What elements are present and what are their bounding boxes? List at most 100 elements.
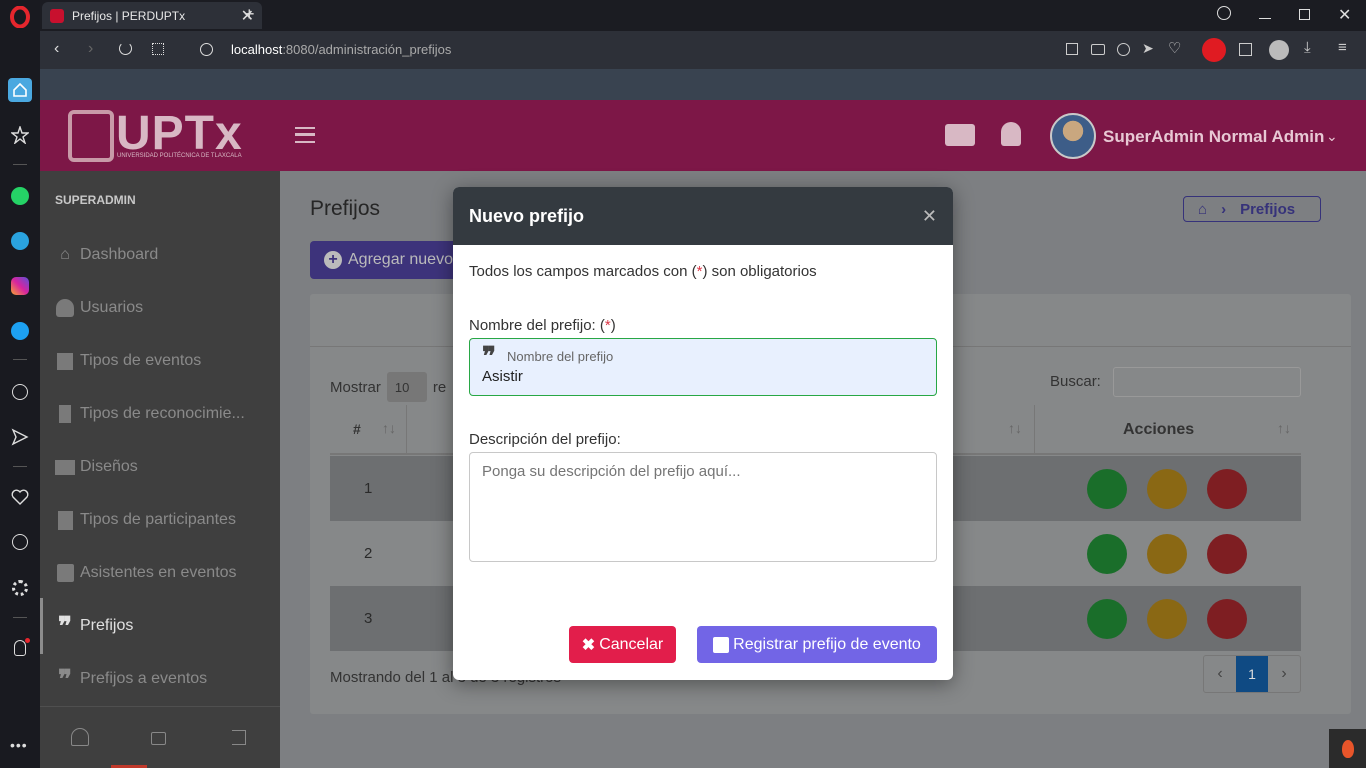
next-page-button[interactable]: › — [1268, 656, 1300, 692]
easy-setup-icon[interactable]: ≡ — [1338, 39, 1347, 56]
bell-icon[interactable] — [1001, 122, 1021, 146]
forward-icon[interactable]: › — [88, 40, 93, 58]
sidebar-item-tipos-participantes[interactable]: Tipos de participantes — [54, 505, 236, 535]
share-icon[interactable] — [1066, 43, 1078, 55]
back-icon[interactable]: ‹ — [54, 40, 59, 58]
home-icon[interactable] — [8, 78, 32, 102]
site-info-icon[interactable] — [200, 43, 213, 56]
sidebar-item-label: Prefijos — [80, 617, 134, 634]
sidebar-item-label: Tipos de eventos — [80, 352, 202, 369]
delete-button[interactable] — [1207, 469, 1247, 509]
camera-icon[interactable] — [1091, 44, 1105, 55]
instagram-icon[interactable] — [8, 274, 32, 298]
more-icon[interactable]: ••• — [10, 737, 28, 753]
sidebar-item-dashboard[interactable]: ⌂ Dashboard — [54, 240, 158, 270]
close-window-icon[interactable]: ✕ — [1338, 5, 1351, 25]
send-icon[interactable] — [8, 425, 32, 449]
add-new-button[interactable]: + Agregar nuevo — [310, 241, 460, 279]
whatsapp-icon[interactable] — [8, 184, 32, 208]
opera-logo-icon[interactable] — [8, 5, 32, 29]
sidebar-item-tipos-reconocimiento[interactable]: Tipos de reconocimie... — [54, 399, 245, 429]
col-actions: Acciones — [1123, 421, 1195, 438]
col-number[interactable]: # — [353, 421, 361, 437]
name-label: Nombre del prefijo: (*) — [469, 317, 616, 334]
history-icon[interactable] — [8, 530, 32, 554]
sidebar-item-prefijos-eventos[interactable]: ❞ Prefijos a eventos — [54, 664, 207, 694]
sort-icon[interactable]: ↑↓ — [1008, 420, 1022, 436]
page-length-select[interactable]: 10 — [386, 372, 427, 402]
profile-icon[interactable] — [71, 728, 89, 746]
star-icon[interactable] — [8, 123, 32, 147]
adblock-icon[interactable] — [1117, 43, 1130, 56]
hamburger-menu-icon[interactable] — [295, 127, 315, 143]
close-icon: ✖ — [581, 636, 596, 654]
sidebar-item-prefijos[interactable]: ❞ Prefijos — [54, 611, 133, 641]
player-icon[interactable] — [8, 380, 32, 404]
delete-button[interactable] — [1207, 599, 1247, 639]
bookmarks-bar — [40, 69, 1366, 100]
minimize-icon[interactable] — [1259, 18, 1271, 19]
sidebar-item-label: Tipos de reconocimie... — [80, 405, 245, 422]
search-tabs-icon[interactable] — [1217, 6, 1231, 20]
flow-icon[interactable]: ➤ — [1142, 40, 1154, 57]
delete-button[interactable] — [1207, 534, 1247, 574]
cube-icon[interactable] — [1239, 43, 1252, 56]
show-label: Mostrar — [330, 378, 381, 396]
edit-button[interactable] — [1147, 599, 1187, 639]
profile-icon[interactable] — [1269, 40, 1289, 60]
row-number: 2 — [364, 545, 373, 562]
user-name[interactable]: SuperAdmin Normal Admin — [1103, 127, 1324, 147]
description-textarea[interactable] — [469, 452, 937, 562]
prev-page-button[interactable]: ‹ — [1204, 656, 1236, 692]
twitter-icon[interactable] — [8, 319, 32, 343]
search-input[interactable] — [1113, 367, 1301, 397]
page-1-button[interactable]: 1 — [1236, 656, 1268, 692]
show-suffix: re — [432, 378, 447, 396]
search-label: Buscar: — [1050, 373, 1101, 390]
sidebar-item-usuarios[interactable]: Usuarios — [54, 293, 143, 323]
close-icon[interactable]: ✕ — [922, 206, 937, 227]
chevron-down-icon[interactable]: ⌄ — [1326, 128, 1338, 145]
download-icon[interactable]: ⤓ — [1304, 39, 1311, 56]
sidebar-item-disenos[interactable]: Diseños — [54, 452, 138, 482]
sort-icon[interactable]: ↑↓ — [382, 420, 396, 436]
heart-icon[interactable] — [8, 485, 32, 509]
contact-icon — [54, 563, 76, 583]
sidebar-item-tipos-eventos[interactable]: Tipos de eventos — [54, 346, 201, 376]
sidebar-item-asistentes[interactable]: Asistentes en eventos — [54, 558, 237, 588]
toggle-button[interactable] — [1087, 469, 1127, 509]
image-icon — [54, 457, 76, 477]
user-icon — [54, 298, 76, 318]
extension-icon[interactable] — [1202, 38, 1226, 62]
avatar[interactable] — [1050, 113, 1096, 159]
sidebar-item-label: Diseños — [80, 458, 138, 475]
tabs-grid-icon[interactable] — [152, 43, 164, 55]
reload-icon[interactable] — [119, 42, 132, 55]
lock-icon[interactable] — [151, 732, 166, 745]
name-field[interactable]: ❞ Nombre del prefijo Asistir — [469, 338, 937, 396]
settings-icon[interactable] — [8, 576, 32, 600]
flame-widget-icon[interactable] — [1329, 729, 1366, 768]
calendar-icon — [54, 351, 76, 371]
edit-button[interactable] — [1147, 534, 1187, 574]
id-card-icon[interactable] — [945, 124, 975, 146]
cancel-button[interactable]: ✖ Cancelar — [569, 626, 676, 663]
active-tab[interactable]: Prefijos | PERDUPTx ✕ — [42, 2, 262, 29]
sidebar-item-label: Prefijos a eventos — [80, 670, 208, 687]
submit-button[interactable]: Registrar prefijo de evento — [697, 626, 937, 663]
toggle-button[interactable] — [1087, 534, 1127, 574]
toggle-button[interactable] — [1087, 599, 1127, 639]
url-host: localhost — [231, 42, 283, 57]
logout-icon[interactable] — [232, 730, 246, 745]
new-tab-icon[interactable]: + — [244, 4, 255, 25]
home-icon: ⌂ — [1198, 200, 1208, 218]
telegram-icon[interactable] — [8, 229, 32, 253]
restore-icon[interactable] — [1299, 9, 1310, 20]
url-field[interactable]: localhost:8080/administración_prefijos — [231, 42, 451, 57]
lightbulb-icon[interactable] — [8, 636, 32, 660]
uptx-logo[interactable]: UPTx UNIVERSIDAD POLITÉCNICA DE TLAXCALA — [68, 107, 254, 164]
edit-button[interactable] — [1147, 469, 1187, 509]
sort-icon[interactable]: ↑↓ — [1277, 420, 1291, 436]
bookmark-heart-icon[interactable]: ♡ — [1168, 39, 1181, 57]
breadcrumb[interactable]: ⌂ › Prefijos — [1183, 196, 1321, 222]
